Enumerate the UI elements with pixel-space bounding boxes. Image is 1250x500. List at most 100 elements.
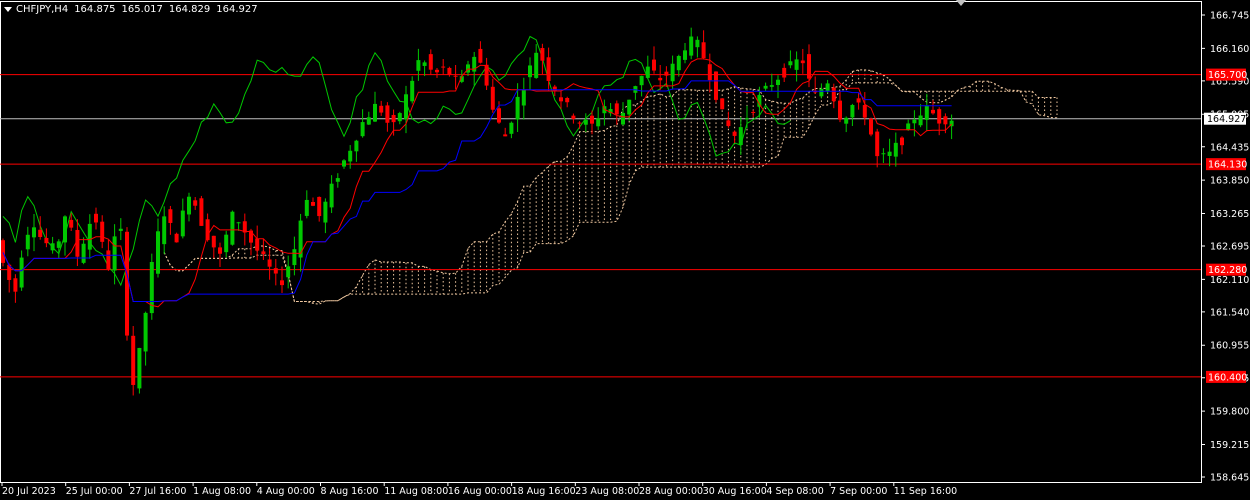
- candle-body: [559, 97, 563, 102]
- candle-body: [428, 54, 433, 70]
- candle-body: [56, 241, 61, 248]
- candle: [156, 218, 160, 278]
- price-axis: 166.745166.160165.590165.005164.435163.8…: [1201, 11, 1249, 484]
- candle-body: [441, 66, 446, 68]
- time-tick-label: 11 Sep 16:00: [894, 486, 957, 497]
- candle: [428, 49, 433, 75]
- candle-body: [844, 117, 849, 124]
- candle: [218, 242, 222, 268]
- price-tick-label: 163.850: [1210, 176, 1249, 187]
- candle: [484, 57, 489, 90]
- candle: [280, 266, 284, 294]
- candle: [893, 132, 898, 167]
- candle-body: [100, 221, 105, 242]
- candle-body: [106, 250, 111, 269]
- candle: [769, 73, 774, 92]
- candle: [125, 227, 129, 341]
- candle: [379, 100, 384, 116]
- price-tick-label: 166.160: [1210, 44, 1249, 55]
- candle-body: [131, 335, 136, 385]
- candle: [540, 43, 545, 75]
- candle-body: [726, 120, 731, 127]
- high-price: 165.017: [121, 3, 163, 15]
- candle: [571, 113, 576, 124]
- candle-body: [521, 89, 526, 106]
- candle-body: [776, 79, 780, 85]
- candle-body: [490, 86, 495, 110]
- candle-body: [404, 94, 408, 120]
- candle: [360, 109, 365, 138]
- candle-body: [38, 229, 43, 237]
- kijun-sen: [2, 80, 952, 302]
- price-tick-label: 159.215: [1210, 440, 1249, 451]
- candle: [32, 213, 36, 252]
- candle-body: [943, 116, 948, 125]
- candle: [335, 173, 340, 188]
- candle: [63, 215, 67, 256]
- candle: [7, 263, 12, 293]
- candle-body: [577, 122, 582, 124]
- price-chart[interactable]: 166.745166.160165.590165.005164.435163.8…: [0, 0, 1250, 500]
- candle-body: [87, 223, 92, 250]
- candle: [664, 66, 669, 87]
- candle-body: [354, 140, 359, 152]
- dropdown-triangle-icon[interactable]: [4, 6, 12, 12]
- candle-body: [304, 199, 309, 216]
- candle: [912, 110, 917, 137]
- candle: [763, 82, 768, 92]
- time-tick-label: 4 Sep 08:00: [766, 486, 823, 497]
- candle-body: [280, 280, 284, 286]
- candle: [906, 119, 911, 131]
- candle-body: [732, 131, 737, 136]
- candle: [776, 75, 780, 99]
- time-tick-label: 18 Aug 16:00: [512, 486, 576, 497]
- candle: [230, 210, 235, 246]
- candle-body: [63, 216, 67, 243]
- candle-body: [931, 109, 935, 114]
- time-axis: 20 Jul 2023 25 Jul 00:00 27 Jul 16:00 1 Aug…: [1, 482, 957, 497]
- candle: [503, 127, 508, 137]
- candle-body: [528, 65, 532, 78]
- candle-body: [819, 88, 824, 97]
- candle: [602, 99, 607, 126]
- candle: [180, 198, 185, 239]
- candle-body: [218, 247, 222, 254]
- candle: [794, 51, 799, 82]
- time-tick-label: 25 Jul 00:00: [66, 486, 123, 497]
- open-price: 164.875: [74, 3, 116, 15]
- candle-body: [788, 61, 793, 66]
- candle: [131, 326, 136, 396]
- candle-body: [416, 60, 421, 71]
- candle-body: [695, 39, 700, 48]
- candle-body: [645, 66, 650, 78]
- candle: [937, 107, 942, 136]
- candle: [286, 255, 291, 289]
- time-tick-label: 20 Jul 2023: [2, 486, 56, 497]
- candle-body: [125, 231, 129, 336]
- candle-body: [205, 219, 210, 241]
- candle: [608, 103, 613, 117]
- candle-body: [887, 151, 892, 156]
- candle-body: [838, 100, 842, 120]
- candle: [354, 139, 359, 162]
- candle-body: [162, 216, 167, 245]
- candle: [255, 225, 260, 261]
- candle-body: [825, 83, 830, 91]
- candle-body: [652, 59, 656, 71]
- chart-window[interactable]: 166.745166.160165.590165.005164.435163.8…: [0, 0, 1250, 500]
- candle: [143, 311, 148, 366]
- candle-body: [249, 230, 253, 243]
- candle-body: [360, 122, 365, 137]
- price-tick-label: 163.265: [1210, 209, 1249, 220]
- level-price-label: 162.280: [1208, 265, 1247, 276]
- chart-shift-marker-icon[interactable]: [956, 0, 966, 6]
- candle: [118, 218, 123, 241]
- candle: [478, 41, 483, 64]
- candle: [199, 195, 204, 226]
- candle: [875, 128, 880, 168]
- candle: [788, 50, 793, 69]
- candle-body: [230, 211, 235, 245]
- candle: [633, 85, 638, 100]
- candle: [149, 253, 154, 320]
- candle-body: [807, 54, 811, 79]
